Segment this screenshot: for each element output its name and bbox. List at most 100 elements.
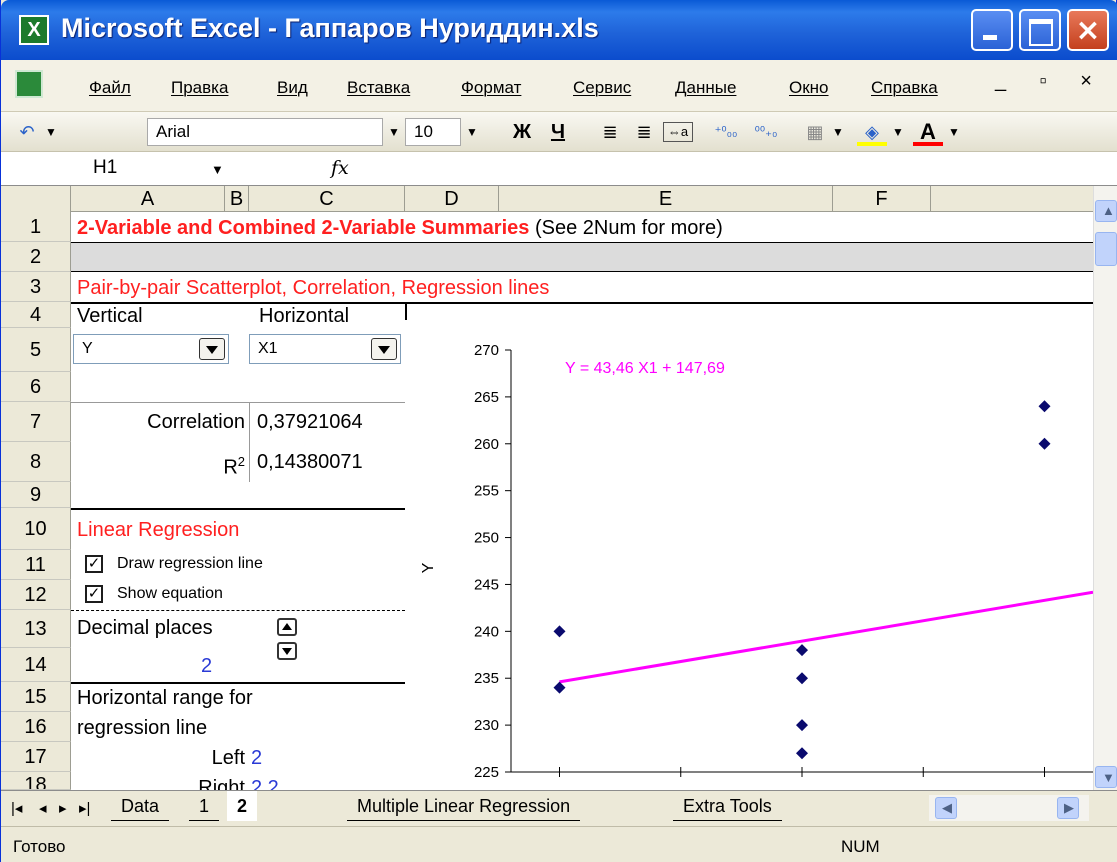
bold-button[interactable]: Ж — [507, 118, 537, 146]
menu-tools[interactable]: Сервис — [573, 78, 631, 98]
minimize-button[interactable] — [971, 9, 1013, 51]
vertical-variable-select[interactable]: Y — [73, 334, 229, 364]
borders-dropdown-icon[interactable]: ▼ — [829, 118, 847, 146]
menu-edit[interactable]: Правка — [171, 78, 228, 98]
sheet-tab-2-active[interactable]: 2 — [227, 791, 258, 821]
row-header[interactable]: 1 — [1, 212, 71, 242]
close-button[interactable]: × — [1067, 9, 1109, 51]
sheet-tab-1[interactable]: 1 — [189, 791, 220, 821]
select-all-corner[interactable] — [1, 186, 71, 212]
first-sheet-icon[interactable]: |◂ — [11, 799, 22, 817]
col-header-e[interactable]: E — [499, 186, 833, 212]
col-header-f[interactable]: F — [833, 186, 931, 212]
menu-help[interactable]: Справка — [871, 78, 938, 98]
menu-format[interactable]: Формат — [461, 78, 521, 98]
scroll-down-button[interactable]: ▼ — [1095, 766, 1117, 788]
fill-color-icon[interactable]: ◈ — [857, 118, 887, 146]
undo-icon[interactable]: ↶ — [13, 118, 41, 146]
r-squared-value[interactable]: 0,14380071 — [257, 450, 363, 474]
show-equation-label: Show equation — [117, 585, 223, 602]
row-header[interactable]: 18 — [1, 772, 71, 790]
correlation-value[interactable]: 0,37921064 — [257, 410, 363, 434]
window-title: Microsoft Excel - Гаппаров Нуриддин.xls — [61, 13, 599, 43]
scroll-right-button[interactable]: ▶ — [1057, 797, 1079, 819]
name-box-dropdown-icon[interactable]: ▼ — [211, 162, 224, 177]
document-controls[interactable]: _ ▫ × — [995, 70, 1106, 93]
decimal-places-value[interactable]: 2 — [201, 654, 212, 678]
next-sheet-icon[interactable]: ▸ — [59, 799, 67, 817]
row-header[interactable]: 17 — [1, 742, 71, 772]
increase-decimal-icon[interactable]: ⁺⁰₀₀ — [709, 118, 743, 146]
scroll-left-button[interactable]: ◀ — [935, 797, 957, 819]
decimal-down-button[interactable] — [277, 642, 297, 660]
decrease-decimal-icon[interactable]: ⁰⁰₊₀ — [749, 118, 783, 146]
decimal-up-button[interactable] — [277, 618, 297, 636]
scroll-up-button[interactable]: ▲ — [1095, 200, 1117, 222]
row-header[interactable]: 4 — [1, 302, 71, 328]
right-value[interactable]: 2,2 — [251, 776, 279, 790]
font-color-icon[interactable]: A — [913, 118, 943, 146]
sheet-tab-extra-tools[interactable]: Extra Tools — [673, 791, 782, 821]
chevron-down-icon[interactable] — [199, 338, 225, 360]
col-header-d[interactable]: D — [405, 186, 499, 212]
prev-sheet-icon[interactable]: ◂ — [39, 799, 47, 817]
menu-insert[interactable]: Вставка — [347, 78, 410, 98]
menu-window[interactable]: Окно — [789, 78, 829, 98]
scroll-thumb[interactable] — [1095, 232, 1117, 266]
borders-icon[interactable]: ▦ — [801, 118, 829, 146]
menu-data[interactable]: Данные — [675, 78, 736, 98]
menu-view[interactable]: Вид — [277, 78, 308, 98]
underline-button[interactable]: Ч — [543, 118, 573, 146]
y-tick-label: 250 — [474, 530, 499, 547]
status-bar: Готово NUM — [1, 826, 1117, 862]
row-header[interactable]: 16 — [1, 712, 71, 742]
row-header[interactable]: 11 — [1, 550, 71, 580]
font-dropdown-icon[interactable]: ▼ — [385, 118, 403, 146]
font-name-select[interactable]: Arial — [147, 118, 383, 146]
font-color-dropdown-icon[interactable]: ▼ — [945, 118, 963, 146]
row-header[interactable]: 7 — [1, 402, 71, 442]
row-header[interactable]: 15 — [1, 682, 71, 712]
draw-regression-label: Draw regression line — [117, 555, 263, 572]
sheet-tab-data[interactable]: Data — [111, 791, 170, 821]
menu-bar: Файл Правка Вид Вставка Формат Сервис Да… — [1, 60, 1117, 112]
insert-function-icon[interactable]: fx — [331, 157, 349, 179]
horizontal-variable-select[interactable]: X1 — [249, 334, 401, 364]
formula-bar: H1 ▼ fx — [1, 152, 1117, 186]
menu-file[interactable]: Файл — [89, 78, 131, 98]
col-header-b[interactable]: B — [225, 186, 249, 212]
row-header[interactable]: 8 — [1, 442, 71, 482]
divider — [71, 610, 405, 611]
row-header[interactable]: 14 — [1, 648, 71, 682]
row-header[interactable]: 13 — [1, 610, 71, 648]
show-equation-checkbox[interactable]: ✓ — [85, 585, 103, 603]
vertical-scrollbar[interactable]: ▲ ▼ — [1093, 186, 1117, 790]
row-header[interactable]: 12 — [1, 580, 71, 610]
fill-dropdown-icon[interactable]: ▼ — [889, 118, 907, 146]
title-bar[interactable]: X Microsoft Excel - Гаппаров Нуриддин.xl… — [1, 0, 1117, 60]
row-header[interactable]: 5 — [1, 328, 71, 372]
scatter-chart[interactable]: 225 230 235 240 245 250 255 260 265 270 Y Y = 43,… — [405, 320, 1093, 790]
workbook-icon[interactable] — [15, 70, 43, 98]
align-center-icon[interactable]: ≣ — [629, 118, 659, 146]
maximize-button[interactable] — [1019, 9, 1061, 51]
row-header[interactable]: 2 — [1, 242, 71, 272]
undo-dropdown-icon[interactable]: ▼ — [41, 118, 61, 146]
last-sheet-icon[interactable]: ▸| — [79, 799, 90, 817]
col-header-c[interactable]: C — [249, 186, 405, 212]
vertical-select-value: Y — [82, 340, 93, 357]
row-header[interactable]: 9 — [1, 482, 71, 508]
horizontal-scrollbar[interactable]: ◀ ▶ — [929, 795, 1089, 821]
row-header[interactable]: 3 — [1, 272, 71, 302]
row-header[interactable]: 6 — [1, 372, 71, 402]
sheet-tab-multiple-regression[interactable]: Multiple Linear Regression — [347, 791, 581, 821]
col-header-a[interactable]: A — [71, 186, 225, 212]
draw-regression-checkbox[interactable]: ✓ — [85, 555, 103, 573]
font-size-select[interactable]: 10 — [405, 118, 461, 146]
chevron-down-icon[interactable] — [371, 338, 397, 360]
left-value[interactable]: 2 — [251, 746, 262, 770]
merge-center-icon[interactable]: ⇔a — [663, 122, 693, 142]
size-dropdown-icon[interactable]: ▼ — [463, 118, 481, 146]
row-header[interactable]: 10 — [1, 508, 71, 550]
align-left-icon[interactable]: ≣ — [595, 118, 625, 146]
